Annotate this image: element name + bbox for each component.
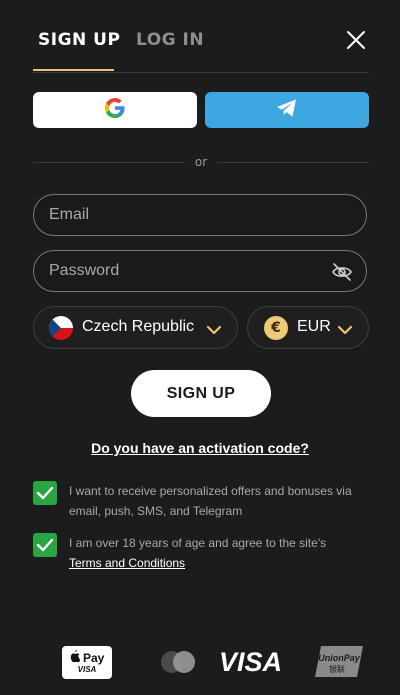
apple-pay-visa-text: VISA: [77, 665, 97, 674]
auth-modal: SIGN UP LOG IN or Email Czech Republic €…: [0, 0, 400, 695]
telegram-signin-button[interactable]: [205, 92, 369, 128]
age-consent-checkbox[interactable]: [33, 533, 57, 557]
country-select[interactable]: Czech Republic: [33, 306, 238, 349]
currency-value: EUR: [297, 318, 331, 335]
chevron-down-icon: [206, 321, 222, 335]
password-input[interactable]: [34, 251, 366, 291]
auth-tabs: SIGN UP LOG IN: [33, 0, 369, 73]
country-value: Czech Republic: [82, 318, 195, 335]
visa-logo: VISA: [219, 647, 283, 677]
tab-sign-up[interactable]: SIGN UP: [38, 30, 120, 50]
mastercard-icon: [158, 650, 198, 674]
check-icon: [36, 486, 54, 500]
password-field: [33, 250, 367, 292]
unionpay-cn-text: 银联: [329, 664, 345, 674]
google-signin-button[interactable]: [33, 92, 197, 128]
age-consent-text: I am over 18 years of age and agree to t…: [69, 536, 327, 550]
apple-pay-text: Pay: [82, 651, 105, 665]
age-consent-label: I am over 18 years of age and agree to t…: [69, 533, 369, 573]
active-tab-underline: [33, 69, 114, 71]
euro-coin-icon: €: [264, 316, 288, 340]
offers-consent-label: I want to receive personalized offers an…: [69, 484, 352, 518]
or-divider: or: [33, 153, 369, 173]
eye-off-icon[interactable]: [331, 261, 353, 283]
terms-and-conditions-link[interactable]: Terms and Conditions: [69, 556, 185, 570]
apple-pay-logo: Pay VISA: [62, 646, 112, 679]
tab-log-in[interactable]: LOG IN: [136, 30, 204, 50]
email-input[interactable]: [34, 195, 366, 235]
flag-czech-icon: [49, 316, 73, 340]
unionpay-icon: UnionPay 银联: [313, 645, 365, 678]
chevron-down-icon: [337, 321, 353, 335]
email-field: [33, 194, 367, 236]
divider-line-right: [217, 162, 369, 163]
unionpay-text: UnionPay: [318, 653, 361, 663]
currency-select[interactable]: € EUR: [247, 306, 369, 349]
offers-consent-checkbox[interactable]: [33, 481, 57, 505]
sign-up-button[interactable]: SIGN UP: [131, 370, 271, 417]
activation-code-link[interactable]: Do you have an activation code?: [0, 440, 400, 456]
google-icon: [104, 97, 126, 123]
payment-methods: Pay VISA VISA UnionPay 银联: [0, 640, 400, 685]
apple-icon: [70, 650, 83, 665]
close-icon[interactable]: [346, 30, 366, 50]
apple-pay-label: Pay: [62, 650, 112, 665]
check-icon: [36, 538, 54, 552]
telegram-icon: [275, 97, 299, 123]
